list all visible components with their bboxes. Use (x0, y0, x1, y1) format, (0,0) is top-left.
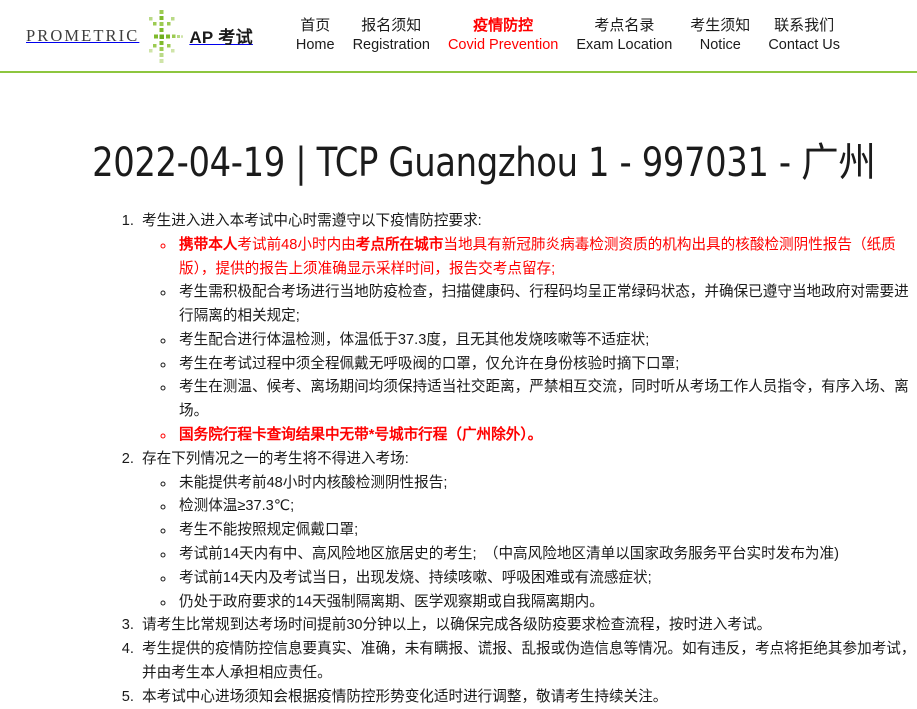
list-item: 国务院行程卡查询结果中无带*号城市行程（广州除外）。 (175, 424, 917, 448)
main-content: 2022-04-19 | TCP Guangzhou 1 - 997031 - … (0, 73, 917, 709)
brand-product-label: AP 考试 (189, 28, 253, 47)
requirement-1-text: 考生进入进入本考试中心时需遵守以下疫情防控要求: (142, 213, 482, 229)
sub-1-3-text: 考生配合进行体温检测，体温低于37.3度，且无其他发烧咳嗽等不适症状; (179, 331, 650, 348)
nav-item-contact-us-en: Contact Us (768, 36, 841, 53)
prometric-wordmark: PROMETRIC (26, 25, 140, 45)
nav-item-contact-us-zh: 联系我们 (774, 17, 835, 35)
list-item: 请考生比常规到达考场时间提前30分钟以上，以确保完成各级防疫要求检查流程，按时进… (138, 614, 917, 638)
nav-item-covid-prevention-en: Covid Prevention (447, 36, 559, 53)
covid-requirements-list: 考生进入进入本考试中心时需遵守以下疫情防控要求: 携带本人考试前48小时内由考点… (0, 210, 917, 709)
nav-item-notice-zh: 考生须知 (690, 17, 751, 35)
sub-1-1-part-a: 携带本人 (179, 236, 238, 253)
sub-1-6-text: 国务院行程卡查询结果中无带*号城市行程（广州除外）。 (179, 427, 543, 444)
requirement-2-sublist: 未能提供考前48小时内核酸检测阴性报告; 检测体温≥37.3℃; 考生不能按照规… (142, 472, 917, 615)
requirement-2-text: 存在下列情况之一的考生将不得进入考场: (142, 450, 409, 467)
requirement-5-text: 本考试中心进场须知会根据疫情防控形势变化适时进行调整，敬请考生持续关注。 (142, 688, 668, 705)
sub-2-1-text: 未能提供考前48小时内核酸检测阴性报告; (179, 474, 448, 491)
nav-item-exam-location[interactable]: 考点名录 Exam Location (567, 16, 681, 55)
list-item: 考生提供的疫情防控信息要真实、准确，未有瞒报、谎报、乱报或伪造信息等情况。如有违… (138, 638, 917, 686)
nav-item-registration[interactable]: 报名须知 Registration (344, 16, 439, 55)
sub-1-1-part-c: 考点所在城市 (355, 236, 444, 253)
requirement-1-sublist: 携带本人考试前48小时内由考点所在城市当地具有新冠肺炎病毒检测资质的机构出具的核… (142, 234, 917, 448)
list-item: 考生需积极配合考场进行当地防疫检查，扫描健康码、行程码均呈正常绿码状态，并确保已… (175, 281, 917, 329)
sub-2-3-text: 考生不能按照规定佩戴口罩; (179, 522, 359, 539)
nav-item-exam-location-zh: 考点名录 (594, 17, 655, 35)
nav-item-notice[interactable]: 考生须知 Notice (681, 16, 759, 55)
green-starburst-dots-icon (141, 8, 184, 64)
list-item: 仍处于政府要求的14天强制隔离期、医学观察期或自我隔离期内。 (175, 591, 917, 615)
sub-1-4-text: 考生在考试过程中须全程佩戴无呼吸阀的口罩，仅允许在身份核验时摘下口罩; (179, 355, 680, 372)
brand-logo-link[interactable]: PROMETRIC AP 考试 (26, 8, 253, 64)
nav-item-exam-location-en: Exam Location (576, 36, 673, 53)
sub-1-5-text: 考生在测温、候考、离场期间均须保持适当社交距离，严禁相互交流，同时听从考场工作人… (179, 379, 909, 420)
list-item: 检测体温≥37.3℃; (175, 495, 917, 519)
list-item: 本考试中心进场须知会根据疫情防控形势变化适时进行调整，敬请考生持续关注。 (138, 686, 917, 709)
nav-item-home-en: Home (295, 36, 335, 53)
nav-item-notice-en: Notice (699, 36, 741, 53)
nav-item-contact-us[interactable]: 联系我们 Contact Us (759, 16, 849, 55)
nav-item-covid-prevention-zh: 疫情防控 (473, 17, 534, 35)
sub-2-2-text: 检测体温≥37.3℃; (179, 498, 295, 515)
nav-item-home[interactable]: 首页 Home (287, 16, 344, 55)
nav-item-registration-en: Registration (352, 36, 430, 53)
sub-2-6-text: 仍处于政府要求的14天强制隔离期、医学观察期或自我隔离期内。 (179, 593, 604, 610)
list-item: 携带本人考试前48小时内由考点所在城市当地具有新冠肺炎病毒检测资质的机构出具的核… (175, 234, 917, 282)
requirement-4-text: 考生提供的疫情防控信息要真实、准确，未有瞒报、谎报、乱报或伪造信息等情况。如有违… (142, 641, 916, 681)
list-item: 考试前14天内及考试当日，出现发烧、持续咳嗽、呼吸困难或有流感症状; (175, 567, 917, 591)
sub-2-4-text: 考试前14天内有中、高风险地区旅居史的考生; （中高风险地区清单以国家政务服务平… (179, 545, 839, 562)
main-navigation: 首页 Home 报名须知 Registration 疫情防控 Covid Pre… (287, 16, 849, 55)
page-title: 2022-04-19 | TCP Guangzhou 1 - 997031 - … (92, 140, 876, 186)
list-item: 考试前14天内有中、高风险地区旅居史的考生; （中高风险地区清单以国家政务服务平… (175, 543, 917, 567)
list-item: 考生在测温、候考、离场期间均须保持适当社交距离，严禁相互交流，同时听从考场工作人… (175, 376, 917, 424)
list-item: 考生进入进入本考试中心时需遵守以下疫情防控要求: 携带本人考试前48小时内由考点… (138, 210, 917, 448)
list-item: 考生配合进行体温检测，体温低于37.3度，且无其他发烧咳嗽等不适症状; (175, 329, 917, 353)
nav-item-covid-prevention[interactable]: 疫情防控 Covid Prevention (439, 16, 567, 55)
sub-1-1-part-b: 考试前48小时内由 (237, 236, 356, 253)
list-item: 未能提供考前48小时内核酸检测阴性报告; (175, 472, 917, 496)
sub-1-2-text: 考生需积极配合考场进行当地防疫检查，扫描健康码、行程码均呈正常绿码状态，并确保已… (179, 284, 909, 325)
sub-2-5-text: 考试前14天内及考试当日，出现发烧、持续咳嗽、呼吸困难或有流感症状; (179, 569, 652, 586)
list-item: 考生不能按照规定佩戴口罩; (175, 519, 917, 543)
list-item: 存在下列情况之一的考生将不得进入考场: 未能提供考前48小时内核酸检测阴性报告;… (138, 448, 917, 614)
list-item: 考生在考试过程中须全程佩戴无呼吸阀的口罩，仅允许在身份核验时摘下口罩; (175, 353, 917, 377)
nav-item-registration-zh: 报名须知 (361, 17, 422, 35)
requirement-3-text: 请考生比常规到达考场时间提前30分钟以上，以确保完成各级防疫要求检查流程，按时进… (142, 617, 772, 634)
nav-item-home-zh: 首页 (300, 17, 331, 35)
site-header: PROMETRIC AP 考试 首页 Home 报名须知 Registratio… (0, 0, 917, 73)
